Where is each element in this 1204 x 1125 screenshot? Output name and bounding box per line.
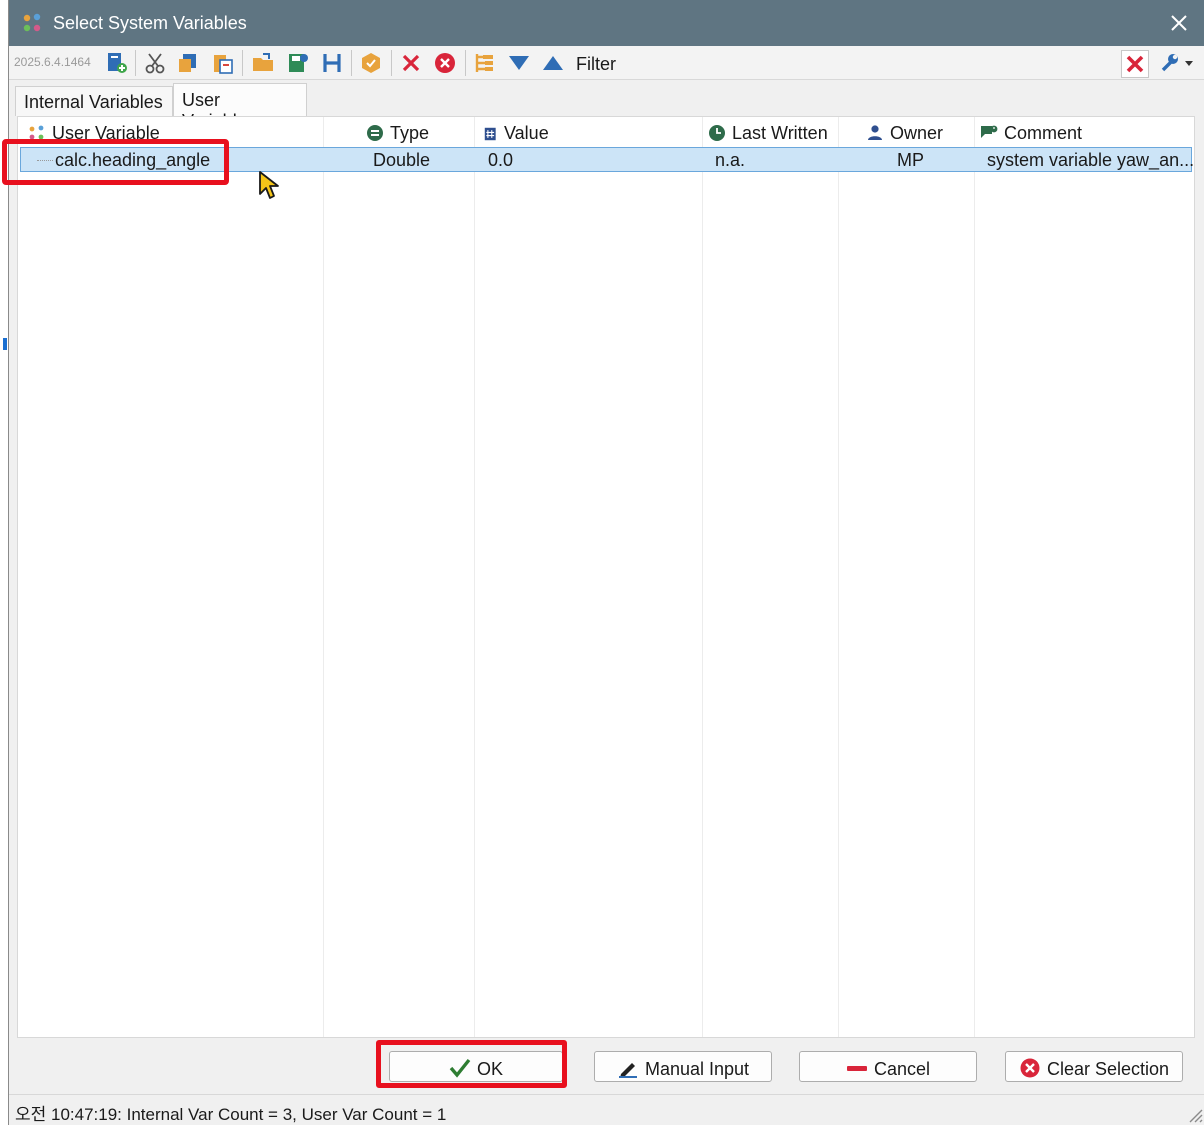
column-label: Last Written xyxy=(732,123,828,143)
column-divider xyxy=(702,117,703,1037)
cell-variable-name: calc.heading_angle xyxy=(55,150,211,170)
cell-owner: MP xyxy=(897,150,924,170)
person-icon xyxy=(868,125,882,140)
button-bar: OK Manual Input Cancel Clear Selection xyxy=(9,1040,1204,1092)
cut-icon[interactable] xyxy=(143,51,167,75)
column-header-comment[interactable]: Comment xyxy=(980,117,1082,147)
ok-button-label: OK xyxy=(476,1058,503,1079)
tree-view-icon[interactable] xyxy=(473,51,497,75)
tab-internal-variables[interactable]: Internal Variables xyxy=(15,86,173,116)
toolbar-separator xyxy=(391,50,392,76)
pencil-icon xyxy=(618,1062,637,1078)
table-row[interactable]: calc.heading_angle Double 0.0 n.a. MP sy… xyxy=(20,147,1195,172)
ok-button[interactable]: OK xyxy=(389,1051,563,1082)
column-header-value[interactable]: Value xyxy=(484,117,549,147)
column-header-last-written[interactable]: Last Written xyxy=(708,117,828,147)
column-header-type[interactable]: Type xyxy=(366,117,429,147)
column-label: User Variable xyxy=(52,123,160,143)
checkmark-icon xyxy=(449,1058,471,1078)
cell-value: 0.0 xyxy=(488,150,514,170)
manual-input-button[interactable]: Manual Input xyxy=(594,1051,772,1082)
settings-dropdown[interactable] xyxy=(1159,51,1199,75)
column-header-owner[interactable]: Owner xyxy=(866,117,943,147)
column-label: Value xyxy=(504,123,549,143)
move-down-icon[interactable] xyxy=(507,51,531,75)
delete-icon[interactable] xyxy=(399,51,423,75)
column-divider xyxy=(474,117,475,1037)
clear-circle-icon xyxy=(1020,1058,1040,1077)
close-icon[interactable] xyxy=(1167,11,1191,35)
resize-grip-icon[interactable] xyxy=(1185,1105,1203,1123)
minus-icon xyxy=(846,1065,867,1071)
delete-all-icon[interactable] xyxy=(433,51,457,75)
comment-icon xyxy=(981,125,998,138)
title-bar[interactable]: Select System Variables xyxy=(9,0,1204,46)
background-marker xyxy=(3,338,7,350)
red-x-icon xyxy=(1126,55,1144,73)
column-divider xyxy=(838,117,839,1037)
manual-input-label: Manual Input xyxy=(644,1058,750,1079)
column-divider xyxy=(323,117,324,1037)
tab-user-variables[interactable]: User Variables xyxy=(173,83,307,131)
cell-type: Double xyxy=(373,150,431,170)
paste-icon[interactable] xyxy=(211,51,235,75)
column-label: Type xyxy=(390,123,430,143)
clear-selection-label: Clear Selection xyxy=(1046,1058,1170,1079)
move-up-icon[interactable] xyxy=(541,51,565,75)
version-label: 2025.6.4.1464 xyxy=(14,55,91,69)
clear-filter-button[interactable] xyxy=(1121,50,1149,78)
toolbar-separator xyxy=(465,50,466,76)
add-variable-icon[interactable] xyxy=(105,51,129,75)
save-icon[interactable] xyxy=(286,51,310,75)
clear-selection-button[interactable]: Clear Selection xyxy=(1005,1051,1183,1082)
clock-icon xyxy=(709,125,725,141)
user-variable-icon xyxy=(29,125,44,140)
status-text: 오전 10:47:19: Internal Var Count = 3, Use… xyxy=(15,1105,447,1124)
toolbar-separator xyxy=(351,50,352,76)
hash-icon xyxy=(484,127,496,141)
history-h-icon[interactable] xyxy=(320,51,344,75)
copy-icon[interactable] xyxy=(176,51,200,75)
verify-badge-icon[interactable] xyxy=(359,51,383,75)
column-header-user-variable[interactable]: User Variable xyxy=(28,117,160,147)
wrench-icon xyxy=(1161,54,1193,72)
toolbar-separator xyxy=(242,50,243,76)
tree-connector xyxy=(37,160,53,161)
column-divider xyxy=(974,117,975,1037)
open-folder-icon[interactable] xyxy=(251,51,275,75)
tab-strip: Internal Variables User Variables xyxy=(9,80,1204,131)
column-label: Comment xyxy=(1004,123,1083,143)
background-window-edge xyxy=(0,0,8,1125)
cancel-label: Cancel xyxy=(873,1058,931,1079)
cancel-button[interactable]: Cancel xyxy=(799,1051,977,1082)
type-icon xyxy=(367,125,383,141)
status-bar: 오전 10:47:19: Internal Var Count = 3, Use… xyxy=(9,1094,1204,1125)
filter-label[interactable]: Filter xyxy=(576,54,616,75)
app-icon xyxy=(23,13,41,32)
window-title: Select System Variables xyxy=(53,13,247,33)
toolbar: 2025.6.4.1464 Filter xyxy=(9,46,1204,80)
cell-last-written: n.a. xyxy=(715,150,746,170)
select-system-variables-dialog: Select System Variables 2025.6.4.1464 Fi… xyxy=(8,0,1204,1125)
variables-table[interactable]: User Variable Type Value Last Written Ow… xyxy=(17,116,1195,1038)
cell-comment: system variable yaw_an... xyxy=(987,150,1195,170)
toolbar-separator xyxy=(135,50,136,76)
column-label: Owner xyxy=(890,123,944,143)
